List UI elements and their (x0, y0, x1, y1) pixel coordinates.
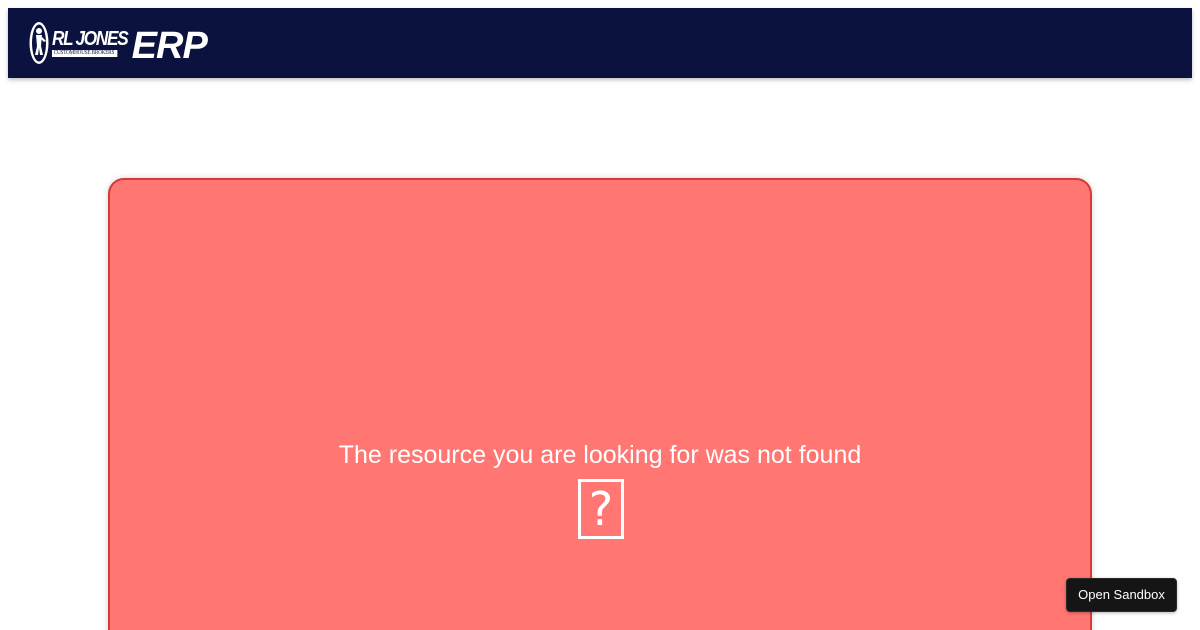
open-sandbox-button[interactable]: Open Sandbox (1066, 578, 1177, 612)
error-message: The resource you are looking for was not… (338, 441, 862, 469)
logo-wordmark: RL JONES CUSTOMHOUSE BROKERS (52, 29, 140, 57)
app-root: RL JONES CUSTOMHOUSE BROKERS ERP The res… (0, 0, 1200, 630)
logo-mark-icon (29, 22, 49, 64)
error-card: The resource you are looking for was not… (108, 178, 1092, 630)
logo-tagline-text: CUSTOMHOUSE BROKERS (52, 50, 118, 57)
top-navbar: RL JONES CUSTOMHOUSE BROKERS ERP (8, 8, 1192, 78)
missing-glyph-icon: ? (578, 479, 624, 539)
logo-product-text: ERP (131, 25, 208, 67)
app-logo[interactable]: RL JONES CUSTOMHOUSE BROKERS ERP (28, 18, 208, 68)
logo-brand-text: RL JONES (52, 28, 129, 50)
